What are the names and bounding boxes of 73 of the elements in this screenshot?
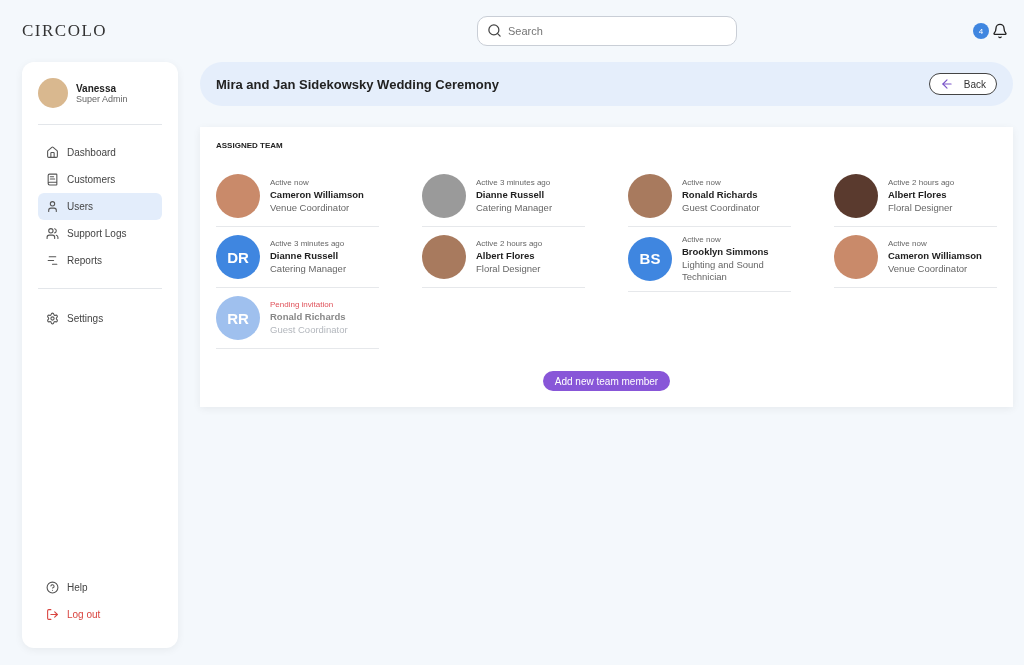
member-name: Cameron Williamson bbox=[270, 189, 364, 201]
status-text: Active 2 hours ago bbox=[476, 239, 543, 249]
member-role: Floral Designer bbox=[888, 202, 954, 214]
member-name: Dianne Russell bbox=[476, 189, 546, 201]
logout-link[interactable]: Log out bbox=[38, 601, 162, 628]
member-name: Cameron Williamson bbox=[888, 250, 982, 262]
status-text: Active 3 minutes ago bbox=[476, 178, 552, 188]
settings-icon bbox=[46, 312, 59, 325]
member-name: Albert Flores bbox=[888, 189, 948, 201]
user-role: Super Admin bbox=[76, 93, 128, 104]
initials-avatar: RR bbox=[216, 296, 260, 340]
status-text: Active now bbox=[270, 178, 310, 188]
nav-label: Reports bbox=[67, 255, 102, 266]
nav-icon bbox=[46, 254, 59, 267]
member-role: Catering Manager bbox=[270, 263, 347, 275]
nav-icon bbox=[46, 146, 59, 159]
nav-icon bbox=[46, 200, 59, 213]
nav-label: Support Logs bbox=[67, 228, 127, 239]
status-text: Active 3 minutes ago bbox=[270, 239, 346, 249]
member-role: Catering Manager bbox=[476, 202, 553, 214]
nav-item[interactable]: Settings bbox=[38, 305, 162, 332]
section-heading: ASSIGNED TEAM bbox=[216, 141, 284, 150]
status-text: Active now bbox=[682, 235, 722, 244]
member-name: Brooklyn Simmons bbox=[682, 246, 770, 257]
member-role: Venue Coordinator bbox=[270, 202, 351, 214]
status-text: Active now bbox=[888, 239, 928, 249]
photo-placeholder bbox=[834, 174, 878, 218]
member-role: Venue Coordinator bbox=[888, 263, 969, 275]
search-field[interactable]: Search bbox=[477, 16, 737, 46]
nav-label: Help bbox=[67, 582, 88, 593]
nav-label: Users bbox=[67, 201, 94, 212]
initials-avatar: BS bbox=[628, 236, 672, 281]
nav-item[interactable]: Customers bbox=[38, 166, 162, 193]
photo-placeholder bbox=[216, 174, 260, 218]
back-button[interactable]: Back bbox=[928, 73, 997, 95]
status-text: Pending invitation bbox=[270, 300, 335, 310]
member-name: Albert Flores bbox=[476, 250, 536, 262]
initials-avatar: DR bbox=[216, 235, 260, 279]
nav-icon bbox=[46, 227, 59, 240]
logo: CIRCOLO bbox=[22, 21, 109, 41]
photo-placeholder bbox=[422, 235, 466, 279]
status-text: Active 2 hours ago bbox=[888, 178, 955, 188]
nav-label: Log out bbox=[67, 609, 101, 620]
search-icon bbox=[487, 23, 502, 38]
nav-label: Settings bbox=[67, 313, 104, 324]
member-name: Ronald Richards bbox=[270, 311, 347, 323]
logout-icon bbox=[46, 608, 59, 621]
nav-icon bbox=[46, 173, 59, 186]
bell-icon[interactable] bbox=[992, 23, 1008, 39]
page-title: Mira and Jan Sidekowsky Wedding Ceremony bbox=[216, 76, 499, 92]
add-member-button[interactable]: Add new team member bbox=[542, 371, 671, 391]
arrow-left-icon bbox=[939, 77, 954, 91]
status-text: Active now bbox=[682, 178, 722, 188]
photo-placeholder bbox=[422, 174, 466, 218]
member-name: Ronald Richards bbox=[682, 189, 759, 201]
member-name: Dianne Russell bbox=[270, 250, 340, 262]
member-role: Guest Coordinator bbox=[270, 324, 348, 336]
photo-placeholder bbox=[38, 78, 68, 108]
nav-item[interactable]: Support Logs bbox=[38, 220, 162, 247]
member-role: Floral Designer bbox=[476, 263, 542, 275]
help-icon bbox=[46, 581, 59, 594]
notification-badge: 4 bbox=[973, 23, 989, 39]
member-role: Guest Coordinator bbox=[682, 202, 760, 214]
member-role: Lighting and Sound Technician bbox=[682, 259, 765, 283]
nav-item[interactable]: Dashboard bbox=[38, 139, 162, 166]
photo-placeholder bbox=[834, 235, 878, 279]
nav-label: Dashboard bbox=[67, 147, 116, 158]
help-link[interactable]: Help bbox=[38, 574, 162, 601]
nav-item[interactable]: Users bbox=[38, 193, 162, 220]
nav-label: Customers bbox=[67, 174, 116, 185]
nav-item[interactable]: Reports bbox=[38, 247, 162, 274]
user-name: Vanessa bbox=[76, 82, 118, 94]
photo-placeholder bbox=[628, 174, 672, 218]
